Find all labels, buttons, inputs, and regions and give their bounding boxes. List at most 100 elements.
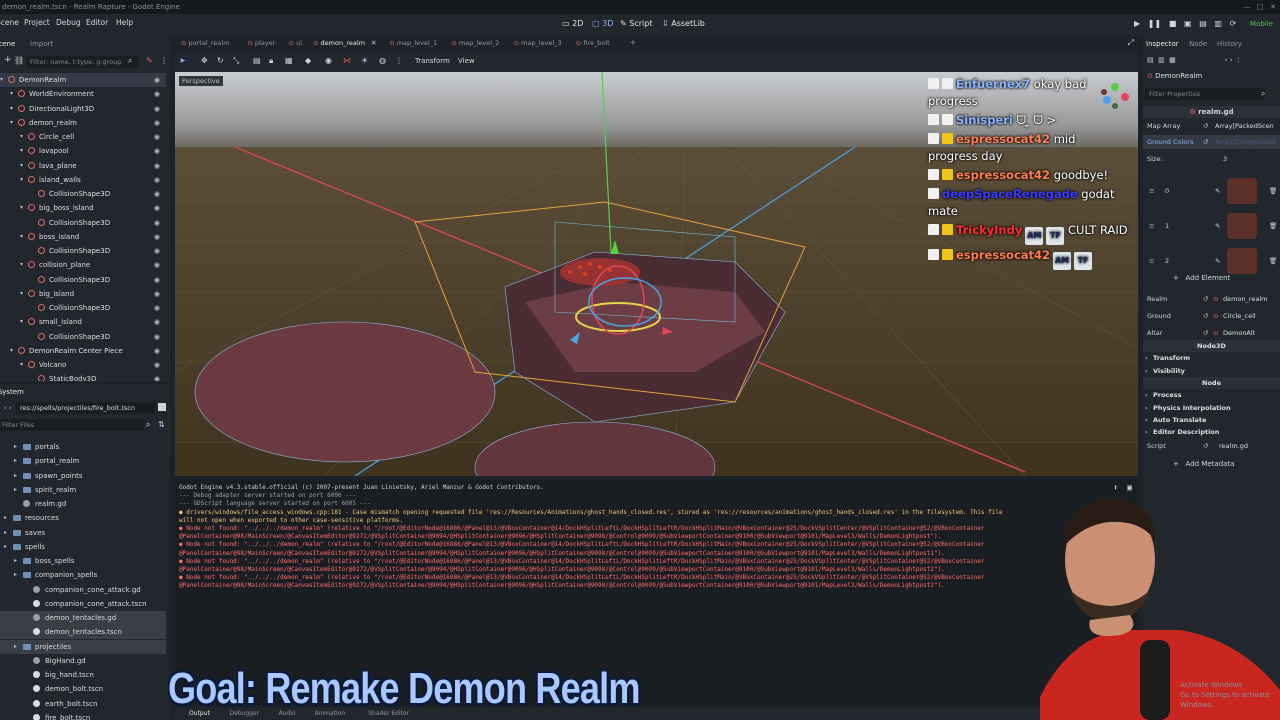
scene-tree-node[interactable]: CollisionShape3D ◉	[0, 244, 166, 258]
editor-tab-map-level-2[interactable]: ⊙ map_level_2	[451, 39, 499, 47]
perspective-menu[interactable]: Perspective	[179, 76, 223, 86]
script-property-row[interactable]: Script ↺ realm.gd	[1143, 439, 1280, 453]
visibility-eye-icon[interactable]: ◉	[154, 102, 160, 116]
scale-tool-icon[interactable]: ⤡	[233, 56, 239, 66]
filesystem-item[interactable]: demon_bolt.tscn	[0, 682, 166, 696]
filesystem-item[interactable]: demon_tentacles.tscn	[0, 625, 166, 640]
menu-help[interactable]: Help	[116, 18, 133, 27]
scene-tree-node[interactable]: CollisionShape3D ◉	[0, 273, 166, 287]
expand-arrow-icon[interactable]: ▾	[0, 73, 3, 87]
inspector-section-visibility[interactable]: › Visibility	[1143, 365, 1280, 377]
visibility-eye-icon[interactable]: ◉	[154, 372, 160, 381]
expand-arrow-icon[interactable]: ▸	[14, 640, 17, 654]
ground-colors-row[interactable]: Ground Colors ↺ Array[Compressed	[1143, 135, 1280, 149]
expand-arrow-icon[interactable]: ▸	[14, 568, 17, 582]
expand-arrow-icon[interactable]: ▸	[14, 469, 17, 483]
filesystem-path-input[interactable]: res://spells/projectiles/fire_bolt.tscn	[16, 402, 156, 414]
map-array-row[interactable]: Map Array ↺ Array[PackedScen	[1143, 119, 1280, 133]
expand-arrow-icon[interactable]: ▾	[20, 230, 23, 244]
expand-arrow-icon[interactable]: ▸	[14, 483, 17, 497]
menu-scene[interactable]: Scene	[0, 18, 19, 27]
expand-arrow-icon[interactable]: ▾	[20, 130, 23, 144]
collapse-arrow-icon[interactable]: ›	[1145, 352, 1148, 364]
property-row-ground[interactable]: Ground ↺ ⊙ Circle_cell	[1143, 309, 1280, 323]
rotate-tool-icon[interactable]: ↻	[217, 56, 224, 65]
edit-icon[interactable]: ✎	[1215, 219, 1220, 233]
delete-icon[interactable]: 🗑︎	[1269, 219, 1277, 233]
workspace-assetlib-button[interactable]: ⇩ AssetLib	[662, 19, 705, 28]
inspector-filter-input[interactable]: Filter Properties	[1145, 88, 1265, 100]
visibility-eye-icon[interactable]: ◉	[154, 315, 160, 329]
close-tab-icon[interactable]: ✕	[371, 39, 376, 47]
scene-tree-node[interactable]: CollisionShape3D ◉	[0, 330, 166, 344]
filesystem-item[interactable]: companion_cone_attack.tscn	[0, 597, 166, 611]
nav-arrows-icon[interactable]: ‹ ›	[4, 404, 12, 412]
filesystem-item[interactable]: ▸ spells	[0, 540, 166, 554]
view-menu[interactable]: View	[458, 57, 475, 65]
workspace-script-button[interactable]: ✎ Script	[620, 19, 652, 28]
ruler-icon[interactable]: ◆	[305, 56, 311, 65]
visibility-eye-icon[interactable]: ◉	[154, 173, 160, 187]
collapse-arrow-icon[interactable]: ›	[1145, 365, 1148, 377]
tab-node[interactable]: Node	[1189, 40, 1207, 48]
workspace-2d-button[interactable]: ▭ 2D	[562, 19, 583, 28]
split-mode-icon[interactable]	[158, 403, 166, 411]
delete-icon[interactable]: 🗑︎	[1269, 254, 1277, 268]
visibility-eye-icon[interactable]: ◉	[154, 330, 160, 344]
scene-tree-node[interactable]: ▾ WorldEnvironment ◉	[0, 87, 166, 101]
collapse-arrow-icon[interactable]: ›	[1145, 426, 1148, 438]
expand-arrow-icon[interactable]: ▸	[4, 526, 7, 540]
expand-arrow-icon[interactable]: ▸	[14, 440, 17, 454]
texture-preview[interactable]	[1227, 248, 1257, 274]
expand-arrow-icon[interactable]: ▾	[20, 315, 23, 329]
distraction-free-icon[interactable]: ⤢	[1128, 38, 1134, 48]
expand-arrow-icon[interactable]: ▾	[10, 102, 13, 116]
filesystem-item[interactable]: demon_tentacles.gd	[0, 611, 166, 625]
filesystem-item[interactable]: ▸ boss_spells	[0, 554, 166, 568]
editor-tab-map-level-3[interactable]: ⊙ map_level_3	[514, 39, 562, 47]
expand-arrow-icon[interactable]: ▾	[20, 201, 23, 215]
select-tool-icon[interactable]: ➤	[179, 56, 186, 65]
scene-tree-node[interactable]: CollisionShape3D ◉	[0, 301, 166, 315]
inspector-section-process[interactable]: › Process	[1143, 389, 1280, 401]
visibility-eye-icon[interactable]: ◉	[154, 187, 160, 201]
visibility-eye-icon[interactable]: ◉	[154, 287, 160, 301]
drag-handle-icon[interactable]: ≡	[1149, 184, 1154, 198]
texture-preview[interactable]	[1227, 178, 1257, 204]
inspector-section-physics-interpolation[interactable]: › Physics Interpolation	[1143, 402, 1280, 414]
array-element-row[interactable]: ≡ 1 ✎ 🗑︎	[1143, 211, 1280, 241]
filesystem-item[interactable]: big_hand.tscn	[0, 668, 166, 682]
collapse-arrow-icon[interactable]: ›	[1145, 389, 1148, 401]
list-select-icon[interactable]: ▤	[253, 56, 261, 65]
filesystem-item[interactable]: ▸ spawn_points	[0, 469, 166, 483]
scene-tree-node[interactable]: ▾ demon_realm ◉	[0, 116, 166, 130]
editor-tab-portal-realm[interactable]: ⊙ portal_realm	[181, 39, 230, 47]
filesystem-item[interactable]: ▸ spirit_realm	[0, 483, 166, 497]
scene-tree-node[interactable]: StaticBody3D ◉	[0, 372, 166, 381]
expand-arrow-icon[interactable]: ▸	[14, 554, 17, 568]
scene-tree-node[interactable]: CollisionShape3D ◉	[0, 216, 166, 230]
expand-arrow-icon[interactable]: ▾	[20, 287, 23, 301]
workspace-3d-button[interactable]: ▢ 3D	[592, 19, 613, 28]
tab-history[interactable]: History	[1217, 40, 1242, 48]
run-controls[interactable]: ▶ ❚❚ ■ ▣ ▤ ▥ ⟳	[1134, 19, 1236, 28]
lock-icon[interactable]: 🔒︎	[269, 56, 273, 66]
drag-handle-icon[interactable]: ≡	[1149, 254, 1154, 268]
inspected-node[interactable]: ⊙ DemonRealm	[1147, 72, 1202, 80]
sort-icon[interactable]: ⇅	[158, 420, 165, 429]
scene-tree-node[interactable]: ▾ lava_plane ◉	[0, 159, 166, 173]
scene-tree-node[interactable]: ▾ small_island ◉	[0, 315, 166, 329]
visibility-eye-icon[interactable]: ◉	[154, 201, 160, 215]
visibility-eye-icon[interactable]: ◉	[154, 301, 160, 315]
editor-tab-ui[interactable]: ⊙ ui	[289, 39, 302, 47]
expand-arrow-icon[interactable]: ▾	[20, 159, 23, 173]
expand-arrow-icon[interactable]: ▾	[20, 173, 23, 187]
editor-tab-map-level-1[interactable]: ⊙ map_level_1	[389, 39, 437, 47]
expand-arrow-icon[interactable]: ▾	[10, 116, 13, 130]
scene-tree-node[interactable]: ▾ lavapool ◉	[0, 144, 166, 158]
expand-arrow-icon[interactable]: ▸	[4, 540, 7, 554]
revert-icon[interactable]: ↺	[1203, 326, 1208, 340]
menu-debug[interactable]: Debug	[56, 18, 81, 27]
expand-arrow-icon[interactable]: ▾	[10, 87, 13, 101]
array-element-row[interactable]: ≡ 2 ✎ 🗑︎	[1143, 246, 1280, 276]
